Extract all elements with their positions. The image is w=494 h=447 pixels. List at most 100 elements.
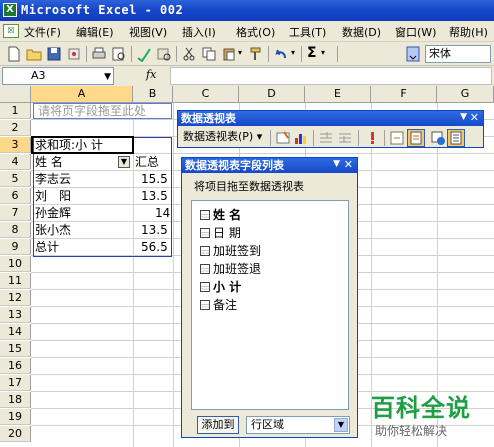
menu-help[interactable]: 帮助(H) — [449, 24, 488, 40]
select-all-corner[interactable] — [0, 86, 31, 103]
field-item-note[interactable]: 备注 — [200, 296, 237, 313]
spelling-icon[interactable] — [136, 46, 152, 62]
print-icon[interactable] — [91, 46, 107, 62]
formula-bar: A3 ▼ fx — [0, 66, 494, 86]
copy-icon[interactable] — [201, 46, 217, 62]
always-display-items-icon[interactable] — [407, 129, 425, 147]
toolbar-separator — [337, 46, 338, 62]
row-header-18[interactable]: 18 — [0, 392, 31, 408]
pivot-row-label: 刘 阳 — [35, 189, 72, 203]
field-list-box[interactable]: 姓 名 日 期 加班签到 加班签退 小 计 备注 — [191, 200, 349, 410]
row-header-2[interactable]: 2 — [0, 120, 31, 136]
row-header-14[interactable]: 14 — [0, 324, 31, 340]
menu-tools[interactable]: 工具(T) — [289, 24, 326, 40]
show-detail-icon[interactable] — [337, 130, 353, 146]
name-box[interactable]: A3 ▼ — [2, 67, 114, 85]
field-settings-icon[interactable] — [430, 130, 446, 146]
column-header-d[interactable]: D — [239, 86, 305, 103]
column-header-b[interactable]: B — [133, 86, 173, 103]
menu-file[interactable]: 文件(F) — [24, 24, 61, 40]
save-icon[interactable] — [46, 46, 62, 62]
row-header-4[interactable]: 4 — [0, 154, 31, 170]
refresh-data-icon[interactable] — [364, 130, 380, 146]
pivot-table-menu-button[interactable]: 数据透视表(P) ▾ — [183, 127, 262, 147]
field-label: 加班签退 — [213, 262, 262, 276]
row-header-10[interactable]: 10 — [0, 256, 31, 272]
menu-window[interactable]: 窗口(W) — [395, 24, 436, 40]
chart-wizard-icon[interactable] — [293, 130, 309, 146]
menu-format[interactable]: 格式(O) — [236, 24, 275, 40]
row-header-3[interactable]: 3 — [0, 137, 31, 153]
field-icon — [200, 228, 210, 238]
column-header-a[interactable]: A — [31, 86, 133, 103]
permission-icon[interactable] — [66, 46, 82, 62]
research-icon[interactable] — [156, 46, 172, 62]
field-item-subtotal[interactable]: 小 计 — [200, 278, 241, 295]
row-header-11[interactable]: 11 — [0, 273, 31, 289]
field-item-signin[interactable]: 加班签到 — [200, 242, 261, 259]
row-header-8[interactable]: 8 — [0, 222, 31, 238]
chevron-down-icon[interactable]: ▼ — [334, 418, 348, 432]
column-header-g[interactable]: G — [437, 86, 494, 103]
undo-icon[interactable] — [273, 46, 289, 62]
toolbar-separator — [301, 46, 302, 62]
hide-detail-icon[interactable] — [318, 130, 334, 146]
field-item-date[interactable]: 日 期 — [200, 224, 241, 241]
toolbar-separator — [176, 46, 177, 62]
autosum-icon[interactable]: Σ — [307, 45, 317, 61]
undo-dropdown-icon[interactable]: ▾ — [291, 48, 295, 57]
panel-options-icon[interactable]: ▼ — [333, 159, 340, 169]
excel-icon[interactable]: X — [3, 3, 17, 17]
show-field-list-icon[interactable] — [447, 129, 465, 147]
insert-function-icon[interactable]: fx — [146, 68, 156, 81]
name-box-dropdown-icon[interactable]: ▼ — [104, 69, 111, 85]
field-item-name[interactable]: 姓 名 — [200, 206, 241, 223]
formula-input[interactable] — [170, 67, 492, 85]
field-item-signout[interactable]: 加班签退 — [200, 260, 261, 277]
column-header-e[interactable]: E — [305, 86, 371, 103]
open-folder-icon[interactable] — [26, 46, 42, 62]
row-header-17[interactable]: 17 — [0, 375, 31, 391]
print-preview-icon[interactable] — [111, 46, 127, 62]
paste-icon[interactable] — [221, 46, 237, 62]
close-icon[interactable]: ✕ — [344, 158, 353, 171]
row-header-9[interactable]: 9 — [0, 239, 31, 255]
row-header-12[interactable]: 12 — [0, 290, 31, 306]
menu-edit[interactable]: 编辑(E) — [76, 24, 114, 40]
row-header-19[interactable]: 19 — [0, 409, 31, 425]
row-header-16[interactable]: 16 — [0, 358, 31, 374]
menu-view[interactable]: 视图(V) — [129, 24, 167, 40]
include-hidden-items-icon[interactable] — [389, 130, 405, 146]
row-header-7[interactable]: 7 — [0, 205, 31, 221]
area-select[interactable]: 行区域 ▼ — [246, 416, 350, 434]
field-icon — [200, 300, 210, 310]
toolbar-options-icon[interactable] — [405, 46, 421, 62]
row-header-15[interactable]: 15 — [0, 341, 31, 357]
row-header-5[interactable]: 5 — [0, 171, 31, 187]
page-field-drop-zone[interactable]: 请将页字段拖至此处 — [33, 103, 172, 119]
font-name-select[interactable]: 宋体 — [425, 45, 491, 63]
field-label: 备注 — [213, 298, 238, 312]
new-document-icon[interactable] — [6, 46, 22, 62]
column-header-c[interactable]: C — [173, 86, 239, 103]
workbook-icon[interactable]: ☒ — [3, 24, 19, 38]
cut-icon[interactable] — [181, 46, 197, 62]
toolbar-separator — [268, 46, 269, 62]
row-field-dropdown-icon[interactable]: ▼ — [118, 156, 130, 168]
column-header-f[interactable]: F — [371, 86, 437, 103]
format-report-icon[interactable] — [275, 130, 291, 146]
add-to-button[interactable]: 添加到 — [197, 416, 239, 434]
menu-insert[interactable]: 插入(I) — [182, 24, 216, 40]
autosum-dropdown-icon[interactable]: ▾ — [321, 48, 325, 57]
format-painter-icon[interactable] — [248, 46, 264, 62]
title-bar: X Microsoft Excel - 002 — [0, 0, 494, 21]
paste-dropdown-icon[interactable]: ▾ — [238, 48, 242, 57]
row-header-1[interactable]: 1 — [0, 103, 31, 119]
row-header-20[interactable]: 20 — [0, 426, 31, 442]
toolbar-options-icon[interactable]: ▼ — [460, 112, 467, 122]
field-label: 加班签到 — [213, 244, 262, 258]
menu-data[interactable]: 数据(D) — [342, 24, 381, 40]
row-header-6[interactable]: 6 — [0, 188, 31, 204]
close-icon[interactable]: ✕ — [470, 111, 479, 124]
row-header-13[interactable]: 13 — [0, 307, 31, 323]
